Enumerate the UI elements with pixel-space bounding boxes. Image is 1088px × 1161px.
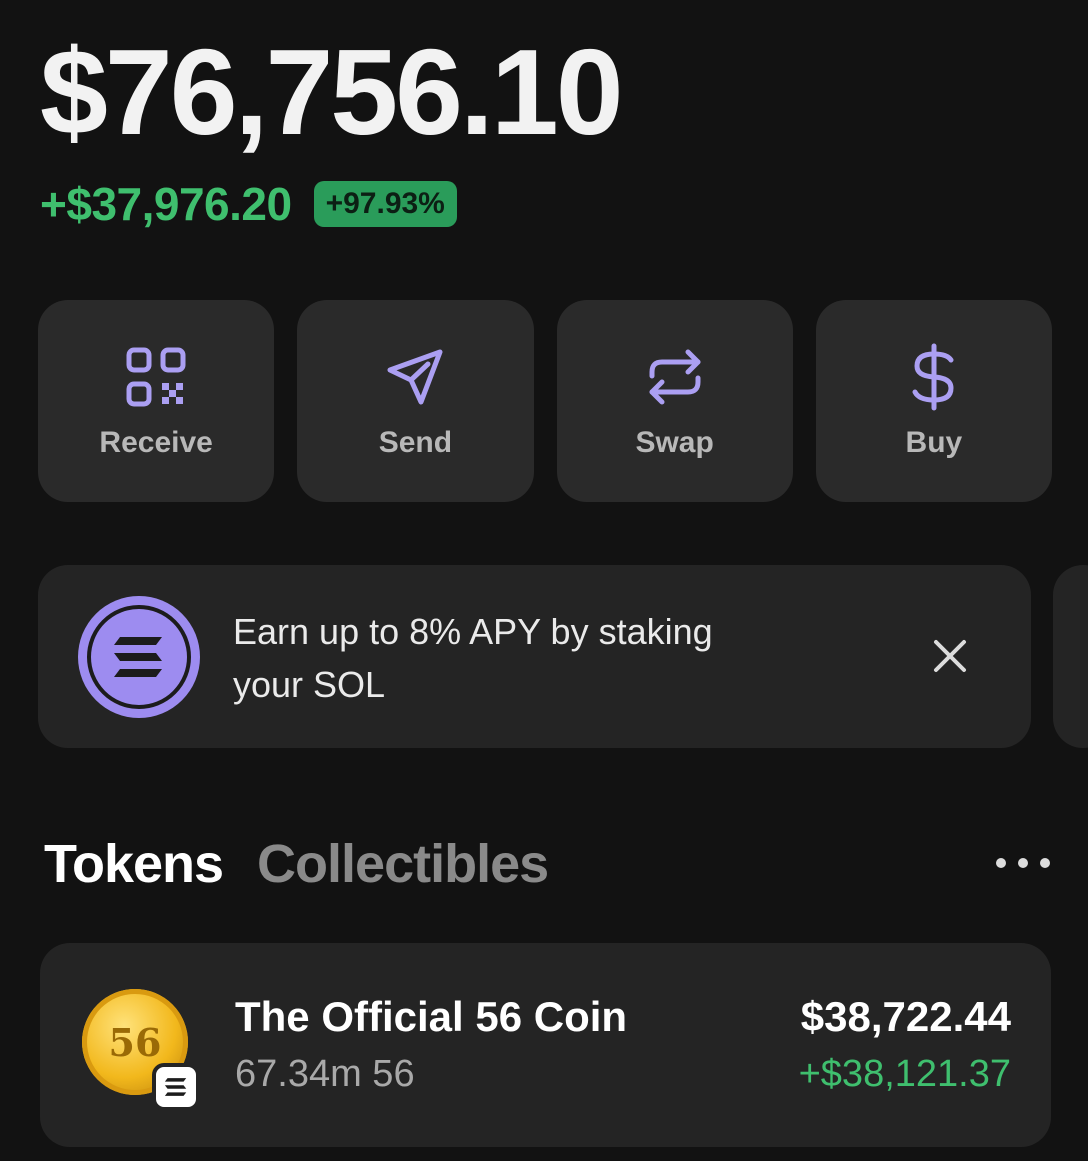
send-icon	[380, 342, 450, 412]
token-value: $38,722.44	[800, 993, 1011, 1040]
swap-icon	[640, 342, 710, 412]
send-label: Send	[378, 426, 453, 459]
portfolio-change-percent-badge: +97.93%	[313, 181, 457, 227]
promo-text-line1: Earn up to 8% APY by staking	[233, 611, 713, 652]
more-icon[interactable]	[996, 848, 1050, 878]
promo-text: Earn up to 8% APY by staking your SOL	[233, 605, 833, 711]
close-icon[interactable]	[930, 636, 970, 676]
token-balance: 67.34m 56	[235, 1053, 415, 1095]
token-row[interactable]: 56 The Official 56 Coin 67.34m 56 $38,72…	[40, 943, 1051, 1147]
token-change: +$38,121.37	[798, 1053, 1011, 1095]
promo-text-line2: your SOL	[233, 664, 386, 705]
swap-button[interactable]: Swap	[556, 300, 793, 502]
solana-icon	[152, 1063, 200, 1111]
action-buttons: Receive Send Swap Buy	[38, 300, 1052, 502]
more-dot	[1040, 858, 1050, 868]
asset-tabs: Tokens Collectibles	[44, 833, 549, 895]
tab-collectibles[interactable]: Collectibles	[257, 833, 549, 895]
token-name: The Official 56 Coin	[235, 993, 628, 1040]
swap-label: Swap	[635, 426, 714, 459]
solana-icon	[78, 596, 200, 718]
token-avatar: 56	[82, 989, 200, 1111]
more-dot	[996, 858, 1006, 868]
qr-code-icon	[121, 342, 191, 412]
staking-promo-banner[interactable]: Earn up to 8% APY by staking your SOL	[38, 565, 1031, 748]
wallet-home-screen: $76,756.10 +$37,976.20 +97.93% Receive S…	[0, 0, 1088, 1161]
dollar-icon	[899, 342, 969, 412]
next-promo-card[interactable]	[1053, 565, 1088, 748]
buy-button[interactable]: Buy	[815, 300, 1052, 502]
portfolio-change-row: +$37,976.20 +97.93%	[40, 176, 457, 232]
portfolio-change-amount: +$37,976.20	[40, 178, 292, 230]
more-dot	[1018, 858, 1028, 868]
send-button[interactable]: Send	[297, 300, 534, 502]
portfolio-balance: $76,756.10	[40, 24, 624, 160]
buy-label: Buy	[905, 426, 963, 459]
receive-button[interactable]: Receive	[38, 300, 275, 502]
tab-tokens[interactable]: Tokens	[44, 833, 224, 895]
receive-label: Receive	[99, 426, 213, 459]
